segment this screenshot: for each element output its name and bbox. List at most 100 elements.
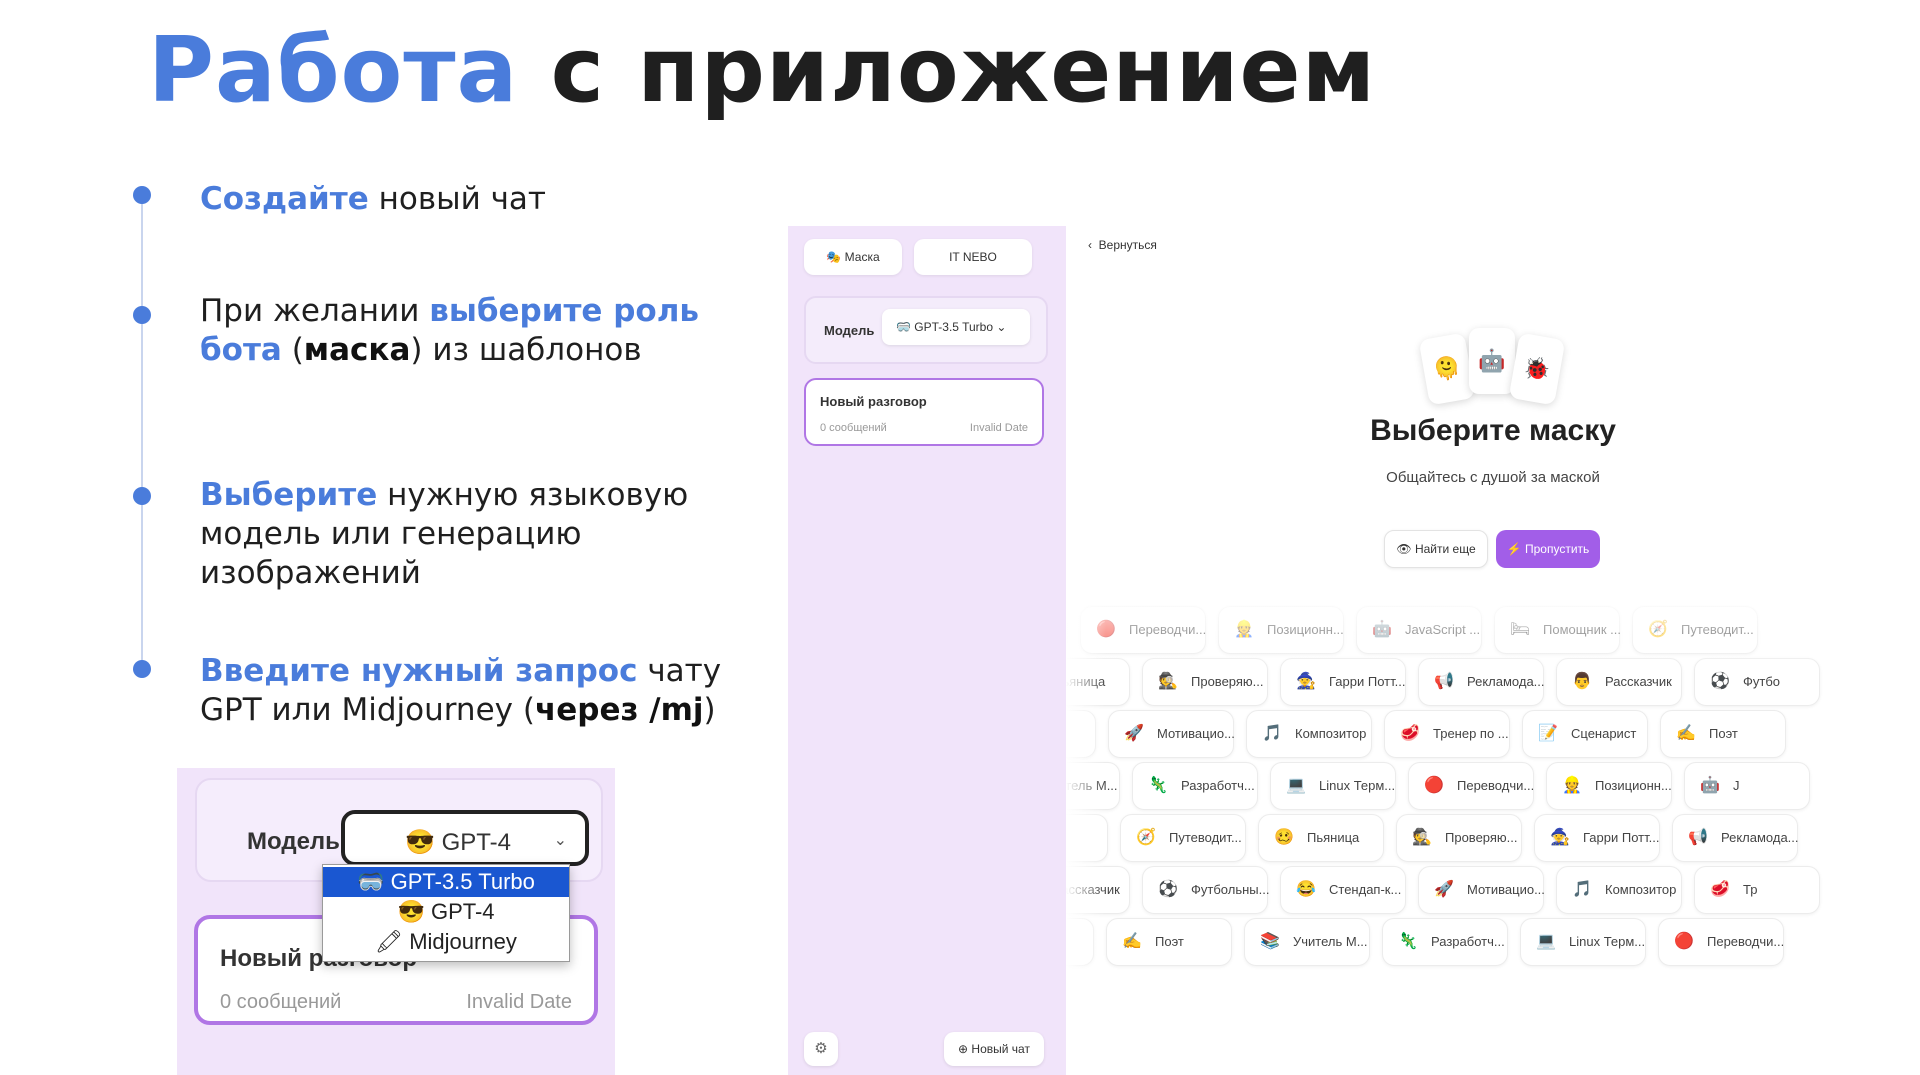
- mask-chip[interactable]: 👨Рассказчик: [1066, 866, 1130, 914]
- mask-icon: 🧭: [1136, 829, 1156, 846]
- mask-chip-label: Рекламода...: [1721, 830, 1799, 845]
- mask-row: 🥴Пьяница 🕵 Проверяю... 🧙 Гарри Потт... 📢 Рекла…: [1066, 658, 1920, 706]
- mask-chip-label: Поэт: [1155, 934, 1184, 949]
- mask-chip[interactable]: 🎵 Композитор: [1556, 866, 1682, 914]
- mask-chip-label: Разработч...: [1431, 934, 1505, 949]
- mask-chip[interactable]: 🦎 Разработч...: [1132, 762, 1258, 810]
- mask-icon: 📢: [1434, 673, 1454, 690]
- mask-chip[interactable]: 🧙 Гарри Потт...: [1280, 658, 1406, 706]
- mask-chip[interactable]: 🥩 Тр: [1694, 866, 1820, 914]
- skip-button[interactable]: ⚡ Пропустить: [1496, 530, 1600, 568]
- emoji-card: 🤖: [1469, 328, 1515, 394]
- back-link[interactable]: ‹ Вернуться: [1088, 238, 1157, 252]
- mask-chip[interactable]: 🙂и...: [1066, 606, 1068, 654]
- slide-title-rest: с приложением: [518, 18, 1377, 123]
- mask-chip[interactable]: 💻 Linux Терм...: [1270, 762, 1396, 810]
- new-chat-button[interactable]: ⊕ Новый чат: [944, 1032, 1044, 1066]
- gear-icon: ⚙: [814, 1040, 828, 1057]
- mask-chip[interactable]: 👨Рассказчик: [1556, 658, 1682, 706]
- mask-chip-label: Пьяница: [1066, 674, 1106, 689]
- bullet-4-highlight: Введите нужный запрос: [200, 653, 638, 689]
- mask-chip[interactable]: 🥴Пьяница: [1258, 814, 1384, 862]
- mask-chip[interactable]: 😂 Стендап-к...: [1280, 866, 1406, 914]
- mask-chip-label: Путеводит...: [1681, 622, 1754, 637]
- model-option-label: Midjourney: [409, 929, 517, 954]
- mask-chip[interactable]: ⚽ Футбольны...: [1142, 866, 1270, 914]
- model-option-gpt4[interactable]: 😎 GPT-4: [323, 897, 569, 927]
- mask-chip[interactable]: 🚀 Мотивацио...: [1108, 710, 1235, 758]
- mask-icon: 👨: [1572, 673, 1592, 690]
- bullet-1-highlight: Создайте: [200, 181, 369, 217]
- crayon-icon: 🖍: [375, 929, 404, 954]
- mask-chip[interactable]: 🛏 Помощник ...: [1494, 606, 1621, 654]
- mask-chip[interactable]: 📚Учитель М...: [1244, 918, 1370, 966]
- mask-chip[interactable]: 🥩 Тренер по ...: [1384, 710, 1510, 758]
- bullet-2-post: ) из шаблонов: [410, 332, 642, 368]
- model-option-midjourney[interactable]: 🖍 Midjourney: [323, 927, 569, 957]
- mask-chip[interactable]: 📝т: [1066, 918, 1094, 966]
- chat-item[interactable]: Новый разговор 0 сообщений Invalid Date: [804, 378, 1044, 446]
- mask-chip-label: J: [1733, 778, 1740, 793]
- inset-model-select[interactable]: 😎 GPT-4 ⌄: [341, 810, 589, 866]
- mask-icon: 🤖: [1700, 777, 1720, 794]
- mask-chip[interactable]: 💻 Linux Терм...: [1520, 918, 1646, 966]
- model-select[interactable]: 🥽 GPT-3.5 Turbo ⌄: [882, 309, 1030, 345]
- mask-icon: ✍: [1676, 725, 1696, 742]
- mask-chip[interactable]: 🤖 JavaScript ...: [1356, 606, 1482, 654]
- mask-chip[interactable]: 📢 Рекламода...: [1672, 814, 1799, 862]
- inset-model-select-value: 😎 GPT-4: [405, 828, 511, 857]
- model-option-label: GPT-3.5 Turbo: [390, 869, 535, 894]
- mask-chip[interactable]: 🧭 Путеводит...: [1120, 814, 1246, 862]
- mask-chip[interactable]: 📝 Сценарист: [1522, 710, 1648, 758]
- mask-chip[interactable]: 🔴 Переводчи...: [1080, 606, 1206, 654]
- mask-chip[interactable]: 🥴Пьяница: [1066, 658, 1130, 706]
- mask-chip[interactable]: 🕵 Проверяю...: [1142, 658, 1268, 706]
- mask-chip-label: JavaScript ...: [1405, 622, 1481, 637]
- mask-chip[interactable]: 👷 Позиционн...: [1546, 762, 1672, 810]
- mask-chip[interactable]: 🔴 Переводчи...: [1408, 762, 1534, 810]
- mask-chip[interactable]: 🧭 Путеводит...: [1632, 606, 1758, 654]
- model-option-gpt35[interactable]: 🥽 GPT-3.5 Turbo: [323, 867, 569, 897]
- mask-icon: 🛏: [1509, 621, 1531, 638]
- sunglasses-icon: 😎: [397, 899, 425, 924]
- mask-chip[interactable]: ⚽ Футбо: [1694, 658, 1820, 706]
- mask-chip[interactable]: 🕵 Проверяю...: [1396, 814, 1522, 862]
- mask-picker: ‹ Вернуться 🫠 🤖 🐞 Выберите маску Общайте…: [1066, 226, 1920, 1075]
- melting-face-icon: 🫠: [1431, 353, 1463, 384]
- find-more-button[interactable]: 👁 Найти еще: [1384, 530, 1488, 568]
- ladybug-icon: 🐞: [1521, 353, 1553, 384]
- mask-chip[interactable]: 👷 Позиционн...: [1218, 606, 1344, 654]
- mask-icon: 🦎: [1398, 933, 1418, 950]
- mask-chip-label: Разработч...: [1181, 778, 1255, 793]
- bullet-2: При желании выберите роль бота (маска) и…: [200, 292, 760, 370]
- mask-chip[interactable]: ✍ Поэт: [1106, 918, 1232, 966]
- mask-button[interactable]: 🎭 Маска: [804, 239, 902, 275]
- mask-chip[interactable]: 📚Учитель М...: [1066, 762, 1120, 810]
- mask-chip[interactable]: 🎵 Композитор: [1246, 710, 1372, 758]
- bullet-1-text: новый чат: [368, 181, 546, 217]
- mask-chip[interactable]: 🔴 Переводчи...: [1658, 918, 1784, 966]
- mask-chip[interactable]: 🧙 Гарри Потт...: [1534, 814, 1660, 862]
- app-sidebar: 🎭 Маска IT NEBO Модель 🥽 GPT-3.5 Turbo ⌄…: [788, 226, 1066, 1075]
- mask-chip[interactable]: 😂дап-к...: [1066, 710, 1096, 758]
- mask-chip[interactable]: ✍ Поэт: [1660, 710, 1786, 758]
- bullet-timeline-line: [141, 192, 143, 662]
- mask-chip[interactable]: 🛏ник ...: [1066, 814, 1108, 862]
- mask-chip-label: Проверяю...: [1191, 674, 1264, 689]
- bullet-2-pre: При желании: [200, 293, 430, 329]
- mask-chip-label: Футбольны...: [1191, 882, 1270, 897]
- mask-chip-label: Путеводит...: [1169, 830, 1242, 845]
- mask-icon: ✍: [1122, 933, 1142, 950]
- mask-chip[interactable]: 🚀 Мотивацио...: [1418, 866, 1545, 914]
- mask-chip[interactable]: 🤖 J: [1684, 762, 1810, 810]
- mask-chip[interactable]: 📢 Рекламода...: [1418, 658, 1545, 706]
- chevron-down-icon: ⌄: [553, 832, 567, 849]
- settings-button[interactable]: ⚙: [804, 1032, 838, 1066]
- bullet-2-mid: (: [281, 332, 304, 368]
- mask-icon: 🧭: [1648, 621, 1668, 638]
- mask-row: 😂дап-к... 🚀 Мотивацио... 🎵 Композитор 🥩 Тренер…: [1066, 710, 1920, 758]
- brand-button[interactable]: IT NEBO: [914, 239, 1032, 275]
- mask-chip[interactable]: 🦎 Разработч...: [1382, 918, 1508, 966]
- inset-chat-count: 0 сообщений: [220, 991, 342, 1013]
- mask-grid: 🙂и... 🔴 Переводчи... 👷 Позиционн... 🤖 JavaScri…: [1066, 606, 1920, 1075]
